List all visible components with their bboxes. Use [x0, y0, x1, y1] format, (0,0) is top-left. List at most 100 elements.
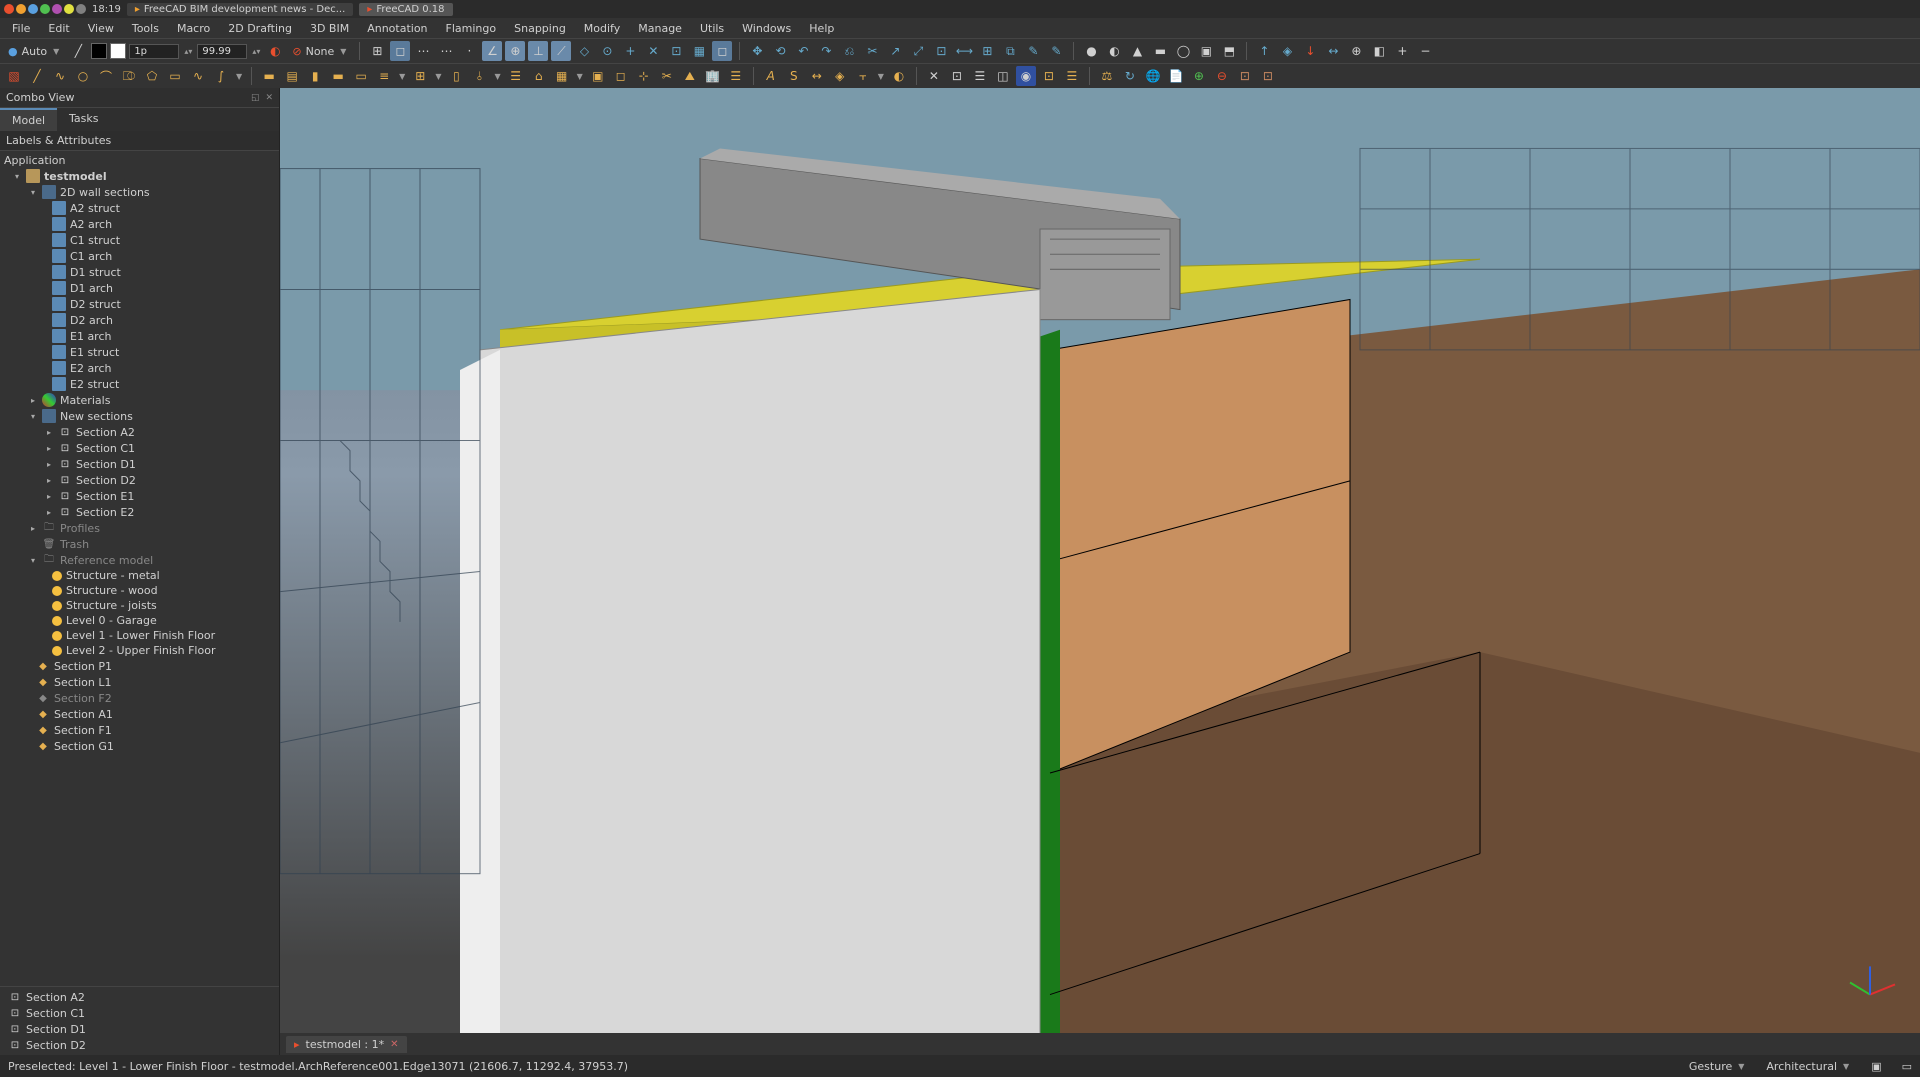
slab-icon[interactable]: ▭: [351, 66, 371, 86]
tree-item[interactable]: D2 arch: [0, 312, 279, 328]
tree-item[interactable]: ◆Section G1: [0, 738, 279, 754]
snap-angle-icon[interactable]: ∠: [482, 41, 502, 61]
document-tab[interactable]: ▸ testmodel : 1* ✕: [286, 1036, 407, 1053]
tree-item[interactable]: E2 struct: [0, 376, 279, 392]
axis-icon[interactable]: ⊹: [634, 66, 654, 86]
bezier-icon[interactable]: ∫: [211, 66, 231, 86]
model-tree[interactable]: Application ▾testmodel ▾2D wall sections…: [0, 151, 279, 986]
view-front-icon[interactable]: ↓: [1300, 41, 1320, 61]
tree-group-materials[interactable]: ▸Materials: [0, 392, 279, 408]
tree-item[interactable]: Level 0 - Garage: [0, 613, 279, 628]
door-icon[interactable]: ▯: [446, 66, 466, 86]
menu-help[interactable]: Help: [801, 20, 842, 37]
close-panel-icon[interactable]: ✕: [265, 93, 273, 103]
layers-icon[interactable]: ◫: [993, 66, 1013, 86]
tree-group-refmodel[interactable]: ▾🗀Reference model: [0, 552, 279, 568]
pipe-icon[interactable]: ⫰: [469, 66, 489, 86]
site-icon[interactable]: ⛰: [680, 66, 700, 86]
page-icon[interactable]: 📄: [1166, 66, 1186, 86]
export-icon[interactable]: 🌐: [1143, 66, 1163, 86]
shortcut-item[interactable]: ⊡Section A2: [0, 989, 279, 1005]
extend-icon[interactable]: ↗: [885, 41, 905, 61]
polyline-icon[interactable]: ⎄: [119, 66, 139, 86]
wall-icon[interactable]: ▬: [259, 66, 279, 86]
window-icon[interactable]: ⊞: [410, 66, 430, 86]
status-icon[interactable]: ▭: [1902, 1060, 1912, 1073]
snap-perpendicular-icon[interactable]: ⊥: [528, 41, 548, 61]
taskbar-tab[interactable]: ▸ FreeCAD BIM development news - Dec...: [127, 3, 353, 16]
reload-icon[interactable]: ↻: [1120, 66, 1140, 86]
section-icon[interactable]: ✂: [657, 66, 677, 86]
tree-item[interactable]: Structure - wood: [0, 583, 279, 598]
toggle-grid-icon[interactable]: ◻: [712, 41, 732, 61]
tree-document[interactable]: ▾testmodel: [0, 168, 279, 184]
tree-item[interactable]: A2 arch: [0, 216, 279, 232]
line-width-input[interactable]: [129, 44, 179, 59]
torus-icon[interactable]: ◯: [1173, 41, 1193, 61]
bspline-icon[interactable]: ∿: [188, 66, 208, 86]
menu-manage[interactable]: Manage: [630, 20, 690, 37]
tree-item[interactable]: ▸⊡Section D2: [0, 472, 279, 488]
tree-item[interactable]: Structure - metal: [0, 568, 279, 583]
stepper-icon[interactable]: ▴▾: [182, 47, 194, 56]
circle-icon[interactable]: ○: [73, 66, 93, 86]
move-icon[interactable]: ✥: [747, 41, 767, 61]
menu-annotation[interactable]: Annotation: [359, 20, 435, 37]
menu-flamingo[interactable]: Flamingo: [438, 20, 505, 37]
tree-item[interactable]: E1 struct: [0, 344, 279, 360]
snap-ortho-icon[interactable]: ✕: [643, 41, 663, 61]
menu-snapping[interactable]: Snapping: [506, 20, 574, 37]
snap-lock-icon[interactable]: ◻: [390, 41, 410, 61]
snap-center-icon[interactable]: ·: [459, 41, 479, 61]
line-icon[interactable]: ╱: [27, 66, 47, 86]
tree-item[interactable]: ◆Section F2: [0, 690, 279, 706]
tree-item[interactable]: ◆Section F1: [0, 722, 279, 738]
view-top-icon[interactable]: ↑: [1254, 41, 1274, 61]
draft2sketch-icon[interactable]: ✎: [1023, 41, 1043, 61]
scale-icon[interactable]: ⤢: [908, 41, 928, 61]
tree-item[interactable]: ▸⊡Section E2: [0, 504, 279, 520]
building-icon[interactable]: 🏢: [703, 66, 723, 86]
menu-macro[interactable]: Macro: [169, 20, 218, 37]
shortcut-item[interactable]: ⊡Section D1: [0, 1021, 279, 1037]
view-iso-icon[interactable]: ◈: [1277, 41, 1297, 61]
snap-extension-icon[interactable]: ⟋: [551, 41, 571, 61]
rotate-icon[interactable]: ⟲: [770, 41, 790, 61]
taskbar-tab[interactable]: ▸ FreeCAD 0.18: [359, 3, 452, 16]
preferences-icon[interactable]: ✕: [924, 66, 944, 86]
arc-icon[interactable]: ⌒: [96, 66, 116, 86]
tree-item[interactable]: ◆Section P1: [0, 658, 279, 674]
shapestring-icon[interactable]: S: [784, 66, 804, 86]
sketch-icon[interactable]: ▧: [4, 66, 24, 86]
view-side-icon[interactable]: ↔: [1323, 41, 1343, 61]
tree-item[interactable]: ◆Section L1: [0, 674, 279, 690]
undock-icon[interactable]: ◱: [251, 93, 260, 103]
prism-icon[interactable]: ⬒: [1219, 41, 1239, 61]
tree-item[interactable]: C1 struct: [0, 232, 279, 248]
fill-mode-button[interactable]: ⊘None▼: [288, 45, 352, 58]
close-tab-icon[interactable]: ✕: [390, 1039, 398, 1050]
dropdown-icon[interactable]: ▼: [234, 72, 244, 81]
unit-selector[interactable]: Architectural▼: [1766, 1060, 1851, 1073]
3d-viewport[interactable]: ▸ testmodel : 1* ✕: [280, 88, 1920, 1055]
dropdown-icon[interactable]: ▼: [433, 72, 443, 81]
tree-group-trash[interactable]: ▸🗑Trash: [0, 536, 279, 552]
schedule-icon[interactable]: ⊡: [1039, 66, 1059, 86]
trim-icon[interactable]: ✂: [862, 41, 882, 61]
curtain-wall-icon[interactable]: ▤: [282, 66, 302, 86]
array-icon[interactable]: ⊞: [977, 41, 997, 61]
text-icon[interactable]: A: [761, 66, 781, 86]
status-icon[interactable]: ▣: [1871, 1060, 1881, 1073]
import-icon[interactable]: ⊕: [1189, 66, 1209, 86]
cone-icon[interactable]: ▲: [1127, 41, 1147, 61]
snap-intersection-icon[interactable]: ⊕: [505, 41, 525, 61]
wire-icon[interactable]: ∿: [50, 66, 70, 86]
clone-icon[interactable]: ⧉: [1000, 41, 1020, 61]
tree-item[interactable]: Structure - joists: [0, 598, 279, 613]
tree-item[interactable]: A2 struct: [0, 200, 279, 216]
box-icon[interactable]: ▣: [1196, 41, 1216, 61]
polygon-icon[interactable]: ⬠: [142, 66, 162, 86]
panel-icon[interactable]: ▦: [552, 66, 572, 86]
menu-tools[interactable]: Tools: [124, 20, 167, 37]
snap-near-icon[interactable]: +: [620, 41, 640, 61]
